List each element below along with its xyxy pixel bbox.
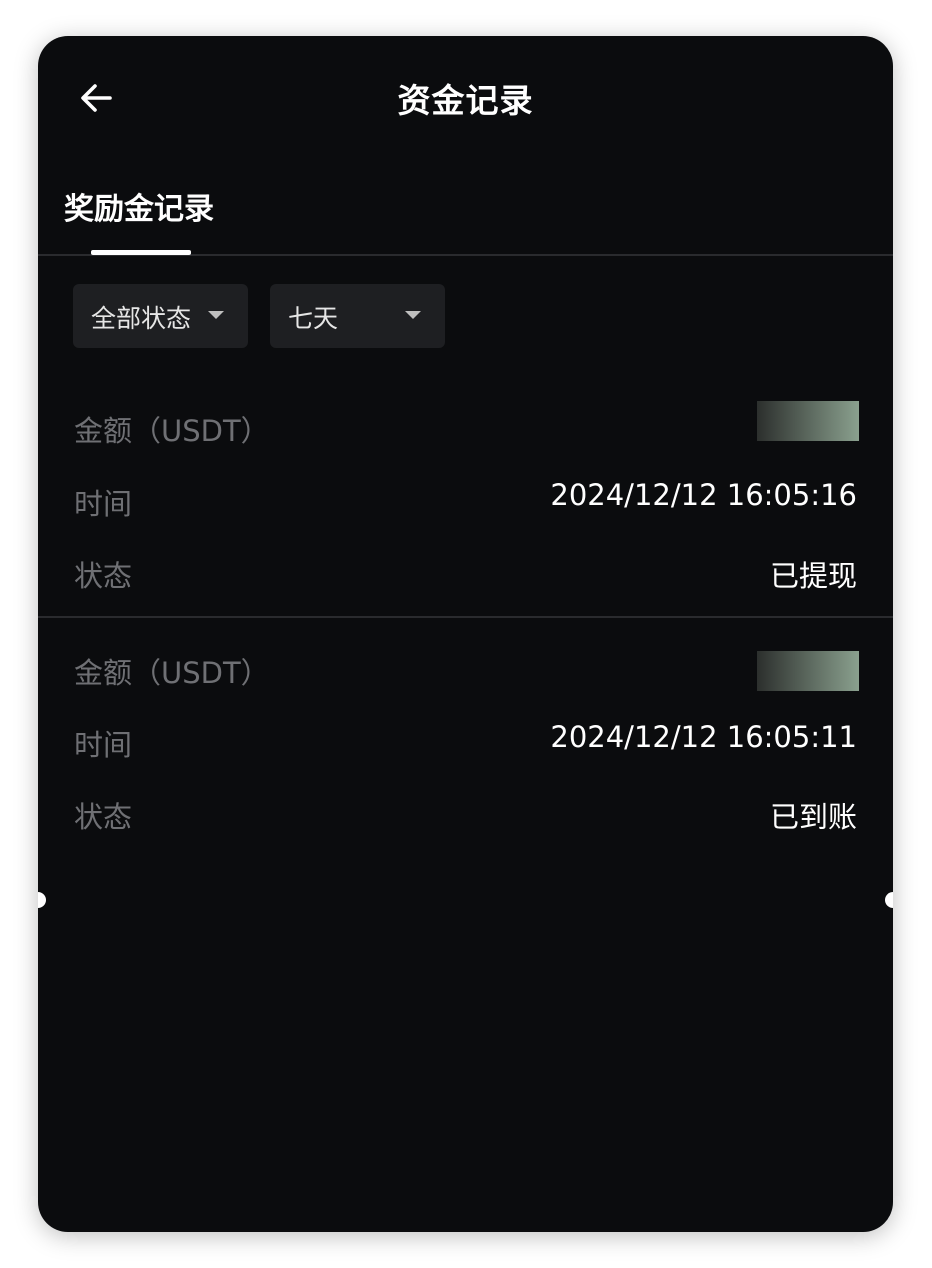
period-filter-dropdown[interactable]: 七天 [270, 284, 445, 348]
resize-handle-left[interactable] [38, 892, 46, 908]
resize-handle-right[interactable] [885, 892, 893, 908]
caret-down-icon [405, 311, 421, 319]
status-label: 状态 [74, 559, 133, 593]
time-label: 时间 [74, 728, 133, 762]
header: 资金记录 [38, 36, 893, 160]
status-value: 已到账 [769, 800, 857, 834]
time-value: 2024/12/12 16:05:11 [550, 720, 857, 754]
amount-label: 金额（USDT） [74, 656, 270, 690]
amount-redacted [757, 651, 859, 691]
list-item: 金额（USDT） 时间 2024/12/12 16:05:11 状态 已到账 [38, 632, 893, 862]
status-filter-label: 全部状态 [91, 304, 192, 333]
status-filter-dropdown[interactable]: 全部状态 [73, 284, 248, 348]
amount-redacted [757, 401, 859, 441]
status-label: 状态 [74, 800, 133, 834]
time-label: 时间 [74, 487, 133, 521]
active-tab-indicator [91, 250, 191, 255]
period-filter-label: 七天 [288, 304, 339, 333]
time-value: 2024/12/12 16:05:16 [550, 478, 857, 512]
status-value: 已提现 [769, 559, 857, 593]
tab-bar: 奖励金记录 [38, 176, 893, 256]
page-title: 资金记录 [397, 81, 534, 120]
caret-down-icon [208, 311, 224, 319]
amount-label: 金额（USDT） [74, 414, 270, 448]
tab-reward-records[interactable]: 奖励金记录 [64, 184, 214, 228]
app-frame: 资金记录 奖励金记录 全部状态 七天 金额（USDT） 时间 2024/12/1… [38, 36, 893, 1232]
list-item: 金额（USDT） 时间 2024/12/12 16:05:16 状态 已提现 [38, 388, 893, 618]
